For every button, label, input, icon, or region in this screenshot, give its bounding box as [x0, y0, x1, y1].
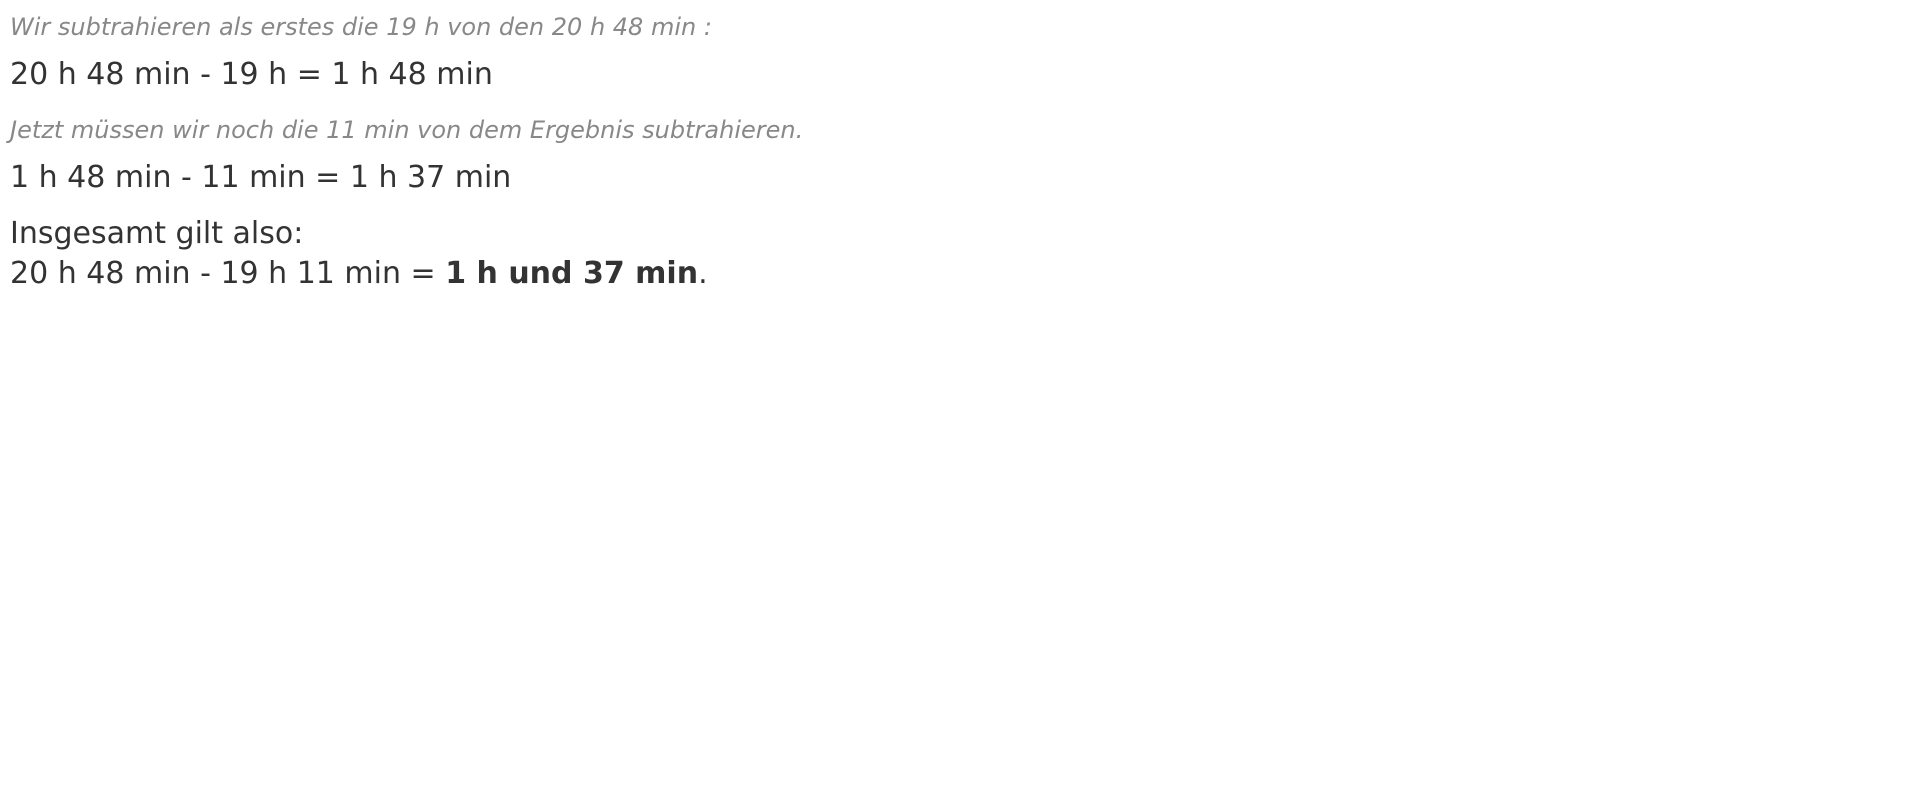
summary-result: 1 h und 37 min [445, 256, 699, 291]
summary-equation-prefix: 20 h 48 min - 19 h 11 min = [10, 256, 446, 291]
summary-suffix: . [698, 256, 708, 291]
step-2-hint: Jetzt müssen wir noch die 11 min von dem… [10, 116, 804, 144]
summary-block: Insgesamt gilt also: 20 h 48 min - 19 h … [10, 214, 708, 294]
summary-equation: 20 h 48 min - 19 h 11 min = 1 h und 37 m… [10, 254, 708, 294]
summary-intro: Insgesamt gilt also: [10, 216, 304, 251]
step-1-equation: 20 h 48 min - 19 h = 1 h 48 min [10, 57, 493, 92]
step-2-equation: 1 h 48 min - 11 min = 1 h 37 min [10, 160, 512, 195]
step-1-hint: Wir subtrahieren als erstes die 19 h von… [10, 13, 712, 41]
